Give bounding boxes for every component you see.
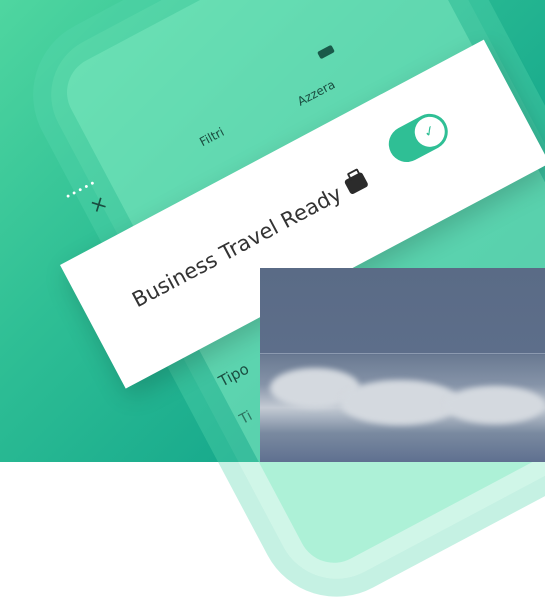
briefcase-icon bbox=[343, 171, 369, 196]
overlay-photo bbox=[260, 268, 545, 462]
check-icon: ✓ bbox=[409, 111, 451, 153]
horizon-line bbox=[260, 353, 545, 354]
business-travel-toggle[interactable]: ✓ bbox=[382, 107, 455, 169]
cloud bbox=[340, 380, 460, 425]
cloud bbox=[445, 386, 545, 424]
